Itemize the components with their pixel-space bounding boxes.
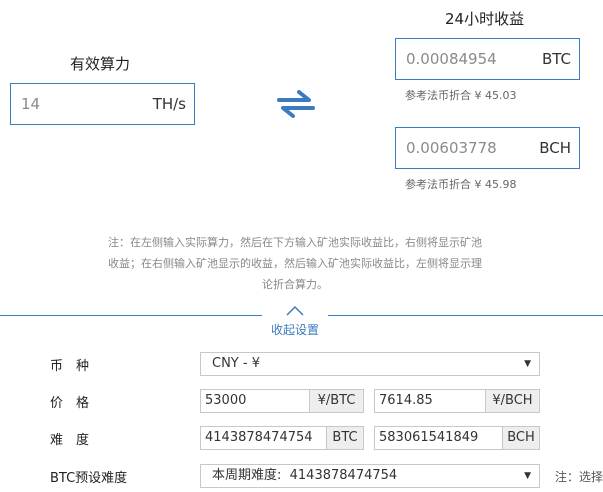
btc-preset-selected: 本周期难度: 4143878474754	[212, 468, 398, 483]
btc-preset-label: BTC预设难度	[50, 471, 128, 486]
difficulty-label: 难 度	[50, 433, 90, 448]
dropdown-arrow-icon: ▼	[524, 471, 531, 481]
btc-income-unit: BTC	[541, 50, 571, 68]
collapse-toggle[interactable]: 收起设置	[262, 303, 328, 339]
usage-note-line1: 注：在左侧输入实际算力，然后在下方输入矿池实际收益比，右侧将显示矿池	[108, 236, 482, 249]
income-title: 24小时收益	[445, 10, 525, 28]
btc-preset-select[interactable]: 本周期难度: 4143878474754 ▼	[200, 464, 540, 488]
btc-price-value: 53000	[205, 393, 247, 408]
hashrate-title: 有效算力	[70, 55, 131, 73]
bch-difficulty-unit: BCH	[502, 426, 540, 450]
btc-difficulty-unit: BTC	[326, 426, 364, 450]
bch-price-unit: ¥/BCH	[485, 389, 540, 413]
bch-difficulty-value: 583061541849	[379, 430, 479, 445]
chevron-up-icon	[286, 305, 304, 316]
currency-select[interactable]: CNY - ¥ ▼	[200, 352, 540, 376]
usage-note-line2: 收益；在右侧输入矿池显示的收益，然后输入矿池实际收益比，左侧将显示理	[108, 257, 482, 270]
bch-income-unit: BCH	[539, 139, 571, 157]
btc-income-ref: 参考法币折合 ¥ 45.03	[405, 89, 517, 102]
usage-note: 注：在左侧输入实际算力，然后在下方输入矿池实际收益比，右侧将显示矿池 收益；在右…	[60, 232, 530, 295]
btc-price-input[interactable]: 53000	[200, 389, 310, 413]
bch-price-input[interactable]: 7614.85	[374, 389, 486, 413]
bch-income-input[interactable]: 0.00603778 BCH	[395, 127, 580, 169]
swap-arrows-icon[interactable]	[275, 88, 317, 118]
btc-difficulty-value: 4143878474754	[205, 430, 313, 445]
hashrate-unit: TH/s	[152, 95, 186, 113]
btc-difficulty-input[interactable]: 4143878474754	[200, 426, 327, 450]
hashrate-input[interactable]: 14 TH/s	[10, 83, 195, 125]
currency-selected: CNY - ¥	[212, 356, 260, 371]
btc-preset-hint: 注：选择	[555, 470, 603, 484]
price-label: 价 格	[50, 396, 90, 411]
bch-difficulty-input[interactable]: 583061541849	[374, 426, 503, 450]
collapse-label: 收起设置	[271, 323, 320, 337]
bch-income-ref: 参考法币折合 ¥ 45.98	[405, 178, 517, 191]
bch-income-value: 0.00603778	[406, 139, 497, 157]
btc-income-value: 0.00084954	[406, 50, 497, 68]
btc-price-unit: ¥/BTC	[309, 389, 364, 413]
btc-income-input[interactable]: 0.00084954 BTC	[395, 38, 580, 80]
usage-note-line3: 论折合算力。	[262, 278, 328, 291]
hashrate-value: 14	[21, 95, 41, 113]
dropdown-arrow-icon: ▼	[524, 359, 531, 369]
bch-price-value: 7614.85	[379, 393, 433, 408]
currency-label: 币 种	[50, 359, 90, 374]
